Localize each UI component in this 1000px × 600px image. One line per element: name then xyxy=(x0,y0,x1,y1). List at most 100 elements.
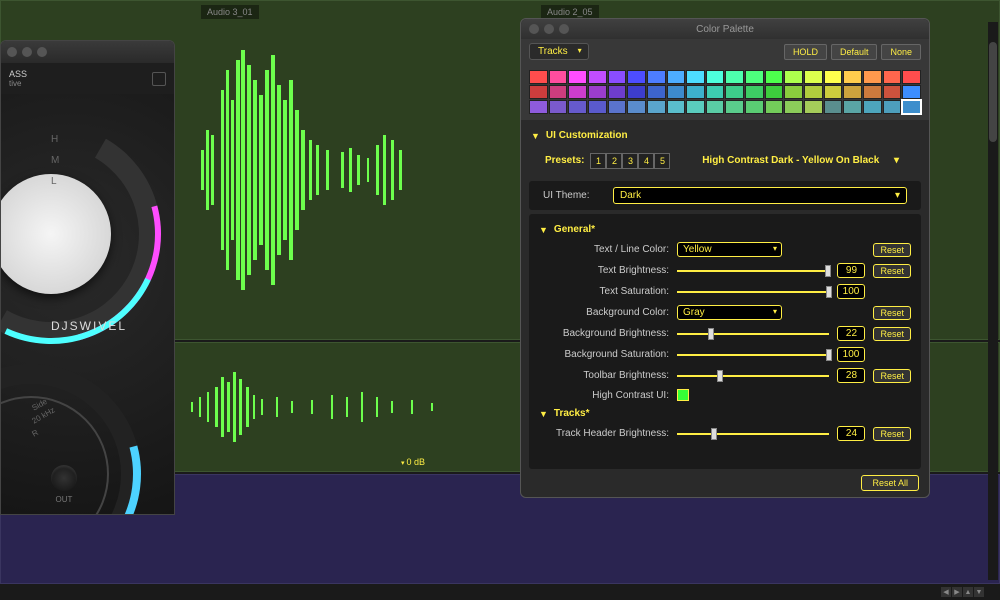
color-swatch[interactable] xyxy=(588,100,607,114)
color-swatch[interactable] xyxy=(608,85,627,99)
theme-select[interactable]: Dark xyxy=(613,187,907,204)
color-swatch[interactable] xyxy=(627,70,646,84)
plugin-titlebar[interactable] xyxy=(1,41,174,63)
color-swatch[interactable] xyxy=(725,70,744,84)
background-saturation-slider[interactable] xyxy=(677,349,829,361)
hold-button[interactable]: HOLD xyxy=(784,44,827,60)
color-swatch[interactable] xyxy=(667,100,686,114)
scroll-right-icon[interactable]: ▶ xyxy=(952,587,962,597)
color-swatch[interactable] xyxy=(784,70,803,84)
setting-value[interactable]: 22 xyxy=(837,326,865,341)
palette-titlebar[interactable]: Color Palette xyxy=(521,19,929,39)
color-swatch[interactable] xyxy=(706,85,725,99)
color-swatch[interactable] xyxy=(804,70,823,84)
background-color-select[interactable]: Gray xyxy=(677,305,782,320)
color-swatch[interactable] xyxy=(843,70,862,84)
color-swatch[interactable] xyxy=(902,70,921,84)
color-swatch[interactable] xyxy=(902,85,921,99)
tracks-header[interactable]: ▼ Tracks* xyxy=(533,404,917,423)
color-swatch[interactable] xyxy=(588,85,607,99)
color-swatch[interactable] xyxy=(804,100,823,114)
color-swatch[interactable] xyxy=(863,70,882,84)
text-brightness-slider[interactable] xyxy=(677,265,829,277)
color-swatch[interactable] xyxy=(784,85,803,99)
color-swatch[interactable] xyxy=(608,70,627,84)
high-contrast-checkbox[interactable] xyxy=(677,389,689,401)
plugin-menu-icon[interactable] xyxy=(152,72,166,86)
color-swatch[interactable] xyxy=(784,100,803,114)
color-swatch[interactable] xyxy=(706,70,725,84)
default-button[interactable]: Default xyxy=(831,44,878,60)
reset-all-button[interactable]: Reset All xyxy=(861,475,919,491)
color-swatch[interactable] xyxy=(568,100,587,114)
preset-name-select[interactable]: High Contrast Dark - Yellow On Black ▾ xyxy=(676,153,905,168)
scroll-up-icon[interactable]: ▲ xyxy=(963,587,973,597)
color-swatch[interactable] xyxy=(883,85,902,99)
color-swatch[interactable] xyxy=(725,100,744,114)
text-line-color-select[interactable]: Yellow xyxy=(677,242,782,257)
toolbar-brightness-slider[interactable] xyxy=(677,370,829,382)
color-swatch[interactable] xyxy=(883,100,902,114)
setting-value[interactable]: 100 xyxy=(837,347,865,362)
horizontal-scrollbar[interactable]: ◀ ▶ ▲ ▼ xyxy=(0,586,986,598)
reset-button[interactable]: Reset xyxy=(873,243,911,257)
color-swatch[interactable] xyxy=(627,100,646,114)
color-swatch[interactable] xyxy=(706,100,725,114)
color-swatch[interactable] xyxy=(667,85,686,99)
color-swatch[interactable] xyxy=(745,100,764,114)
scroll-down-icon[interactable]: ▼ xyxy=(974,587,984,597)
color-swatch[interactable] xyxy=(745,70,764,84)
color-swatch[interactable] xyxy=(824,70,843,84)
general-header[interactable]: ▼ General* xyxy=(533,220,917,239)
reset-button[interactable]: Reset xyxy=(873,427,911,441)
color-swatch[interactable] xyxy=(765,85,784,99)
none-button[interactable]: None xyxy=(881,44,921,60)
reset-button[interactable]: Reset xyxy=(873,369,911,383)
preset-button-4[interactable]: 4 xyxy=(638,153,654,169)
color-swatch[interactable] xyxy=(765,70,784,84)
reset-button[interactable]: Reset xyxy=(873,327,911,341)
color-swatch[interactable] xyxy=(608,100,627,114)
color-swatch[interactable] xyxy=(647,85,666,99)
setting-value[interactable]: 24 xyxy=(837,426,865,441)
color-swatch[interactable] xyxy=(568,85,587,99)
color-swatch[interactable] xyxy=(863,85,882,99)
vertical-scrollbar[interactable] xyxy=(988,22,998,580)
color-swatch[interactable] xyxy=(824,85,843,99)
preset-button-5[interactable]: 5 xyxy=(654,153,670,169)
color-swatch[interactable] xyxy=(863,100,882,114)
setting-value[interactable]: 99 xyxy=(837,263,865,278)
color-swatch[interactable] xyxy=(843,85,862,99)
setting-value[interactable]: 28 xyxy=(837,368,865,383)
color-swatch[interactable] xyxy=(529,100,548,114)
track-header-brightness-slider[interactable] xyxy=(677,428,829,440)
color-swatch[interactable] xyxy=(627,85,646,99)
preset-button-3[interactable]: 3 xyxy=(622,153,638,169)
scroll-left-icon[interactable]: ◀ xyxy=(941,587,951,597)
preset-button-2[interactable]: 2 xyxy=(606,153,622,169)
color-swatch[interactable] xyxy=(725,85,744,99)
text-saturation-slider[interactable] xyxy=(677,286,829,298)
background-brightness-slider[interactable] xyxy=(677,328,829,340)
color-swatch[interactable] xyxy=(804,85,823,99)
color-swatch[interactable] xyxy=(883,70,902,84)
out-knob[interactable]: OUT xyxy=(51,465,77,504)
reset-button[interactable]: Reset xyxy=(873,264,911,278)
color-swatch[interactable] xyxy=(588,70,607,84)
color-swatch[interactable] xyxy=(568,70,587,84)
main-knob[interactable] xyxy=(0,124,161,344)
color-swatch[interactable] xyxy=(529,85,548,99)
setting-value[interactable]: 100 xyxy=(837,284,865,299)
color-swatch[interactable] xyxy=(549,100,568,114)
color-swatch[interactable] xyxy=(686,70,705,84)
color-swatch[interactable] xyxy=(765,100,784,114)
traffic-lights[interactable] xyxy=(529,24,569,34)
color-swatch[interactable] xyxy=(902,100,921,114)
ui-customization-header[interactable]: ▼ UI Customization xyxy=(531,124,919,147)
color-swatch[interactable] xyxy=(686,85,705,99)
apply-to-select[interactable]: Tracks xyxy=(529,43,589,60)
color-swatch[interactable] xyxy=(647,70,666,84)
color-swatch[interactable] xyxy=(549,70,568,84)
color-swatch[interactable] xyxy=(843,100,862,114)
traffic-lights[interactable] xyxy=(7,47,47,57)
